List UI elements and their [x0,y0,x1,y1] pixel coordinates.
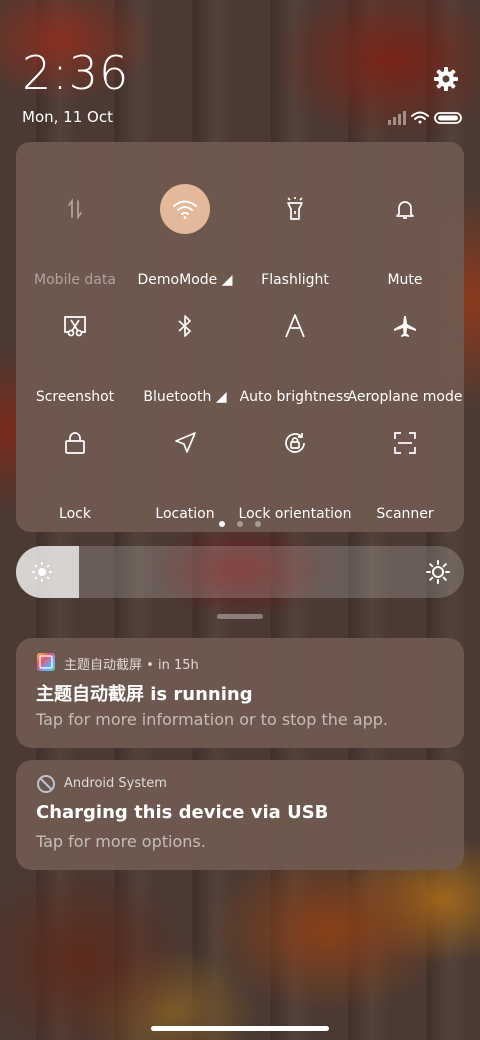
battery-icon [434,112,462,124]
tile-label: Aeroplane mode [347,389,463,405]
tile-flashlight[interactable]: Flashlight [240,174,350,288]
notification-app-line: 主题自动截屏 • in 15h [64,654,199,673]
notification-card[interactable]: Android System Charging this device via … [16,760,464,870]
tile-label: Flashlight [261,272,329,288]
tile-lock[interactable]: Lock [20,408,130,522]
tile-label: DemoMode ◢ [137,272,233,288]
screenshot-icon [50,301,100,351]
android-system-icon [37,775,55,793]
brightness-low-icon [32,562,52,582]
brightness-high-icon [426,560,450,584]
tile-lock-orientation[interactable]: Lock orientation [239,408,351,522]
tile-bluetooth[interactable]: Bluetooth ◢ [130,291,240,405]
page-dot-1 [219,521,225,527]
system-status-icons [388,111,462,125]
notification-body: Tap for more information or to stop the … [36,710,389,729]
notification-title: 主题自动截屏 is running [36,684,253,705]
tile-mute[interactable]: Mute [350,174,460,288]
clock[interactable]: 2:36 [22,46,129,100]
rotation-lock-icon [270,418,320,468]
mobile-data-icon [50,184,100,234]
notification-card[interactable]: 主题自动截屏 • in 15h 主题自动截屏 is running Tap fo… [16,638,464,748]
tile-location[interactable]: Location [130,408,240,522]
bluetooth-icon [160,301,210,351]
tile-label: Bluetooth ◢ [143,389,227,405]
notification-title: Charging this device via USB [36,802,329,823]
tile-label: Auto brightness [239,389,351,405]
gear-icon[interactable] [432,65,460,93]
tile-screenshot[interactable]: Screenshot [20,291,130,405]
tile-demomode[interactable]: DemoMode ◢ [130,174,240,288]
wifi-icon [160,184,210,234]
flashlight-icon [270,184,320,234]
page-dot-3 [255,521,261,527]
airplane-icon [380,301,430,351]
tile-scanner[interactable]: Scanner [350,408,460,522]
tile-label: Screenshot [35,389,115,405]
app-icon [37,653,55,671]
tile-label: Mute [387,272,423,288]
tile-label: Mobile data [34,272,116,288]
brightness-slider[interactable] [16,546,464,598]
tile-label: Scanner [376,506,434,522]
date[interactable]: Mon, 11 Oct [22,108,113,126]
tile-auto-brightness[interactable]: Auto brightness [240,291,350,405]
notification-app-name: 主题自动截屏 [64,658,143,673]
notification-time: • in 15h [146,658,199,673]
tile-mobile-data[interactable]: Mobile data [20,174,130,288]
page-indicator [219,521,261,527]
notification-body: Tap for more options. [36,832,206,851]
gesture-navigation-bar[interactable] [151,1026,329,1031]
location-icon [160,418,210,468]
quick-settings-panel: Mobile data DemoMode ◢ Flashlight Mute S… [16,142,464,532]
tile-aeroplane-mode[interactable]: Aeroplane mode [348,291,462,405]
lock-icon [50,418,100,468]
notification-app-name: Android System [64,776,167,791]
tile-label: Lock [59,506,91,522]
wifi-status-icon [411,111,429,124]
page-dot-2 [237,521,243,527]
bell-icon [380,184,430,234]
notification-app-line: Android System [64,776,167,791]
auto-brightness-icon [270,301,320,351]
scanner-icon [380,418,430,468]
signal-icon [388,111,406,125]
drag-handle[interactable] [217,614,263,619]
